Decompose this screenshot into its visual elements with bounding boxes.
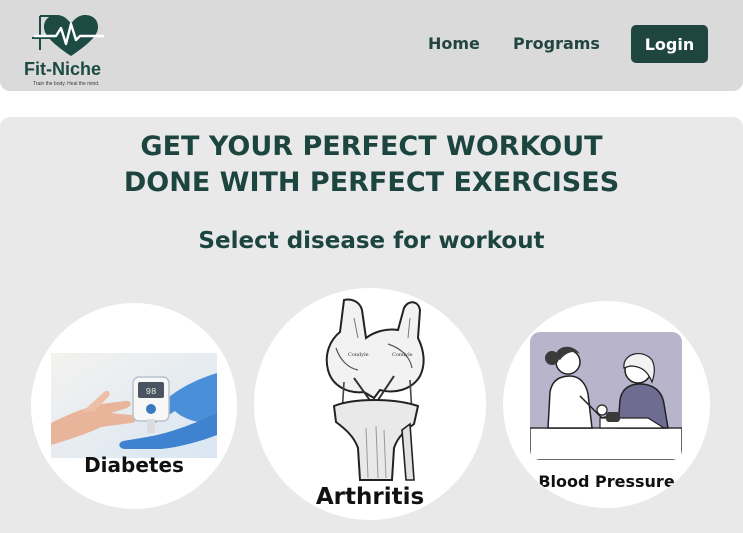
svg-text:98: 98 (146, 387, 157, 397)
disease-label-blood-pressure: Blood Pressure (538, 472, 675, 491)
site-header: Fit-Niche Train the body. Heal the mind.… (0, 0, 743, 91)
hero-section: GET YOUR PERFECT WORKOUT DONE WITH PERFE… (0, 117, 743, 533)
disease-card-blood-pressure[interactable]: Blood Pressure (503, 301, 710, 508)
page-title-line-2: DONE WITH PERFECT EXERCISES (123, 167, 620, 198)
heart-pulse-icon (32, 15, 104, 56)
disease-card-arthritis[interactable]: Condyle Condyle Arthritis (254, 288, 486, 520)
glucose-meter-photo: 98 (51, 353, 217, 458)
nav-home-link[interactable]: Home (428, 34, 480, 53)
svg-text:Condyle: Condyle (348, 352, 369, 358)
section-subtitle: Select disease for workout (198, 228, 545, 254)
page-title-line-1: GET YOUR PERFECT WORKOUT (140, 131, 603, 162)
blood-pressure-checkup-illustration (530, 332, 682, 460)
login-button[interactable]: Login (631, 25, 708, 63)
disease-label-diabetes: Diabetes (84, 453, 184, 477)
disease-card-diabetes[interactable]: 98 Diabetes (31, 303, 237, 509)
nav-programs-link[interactable]: Programs (513, 34, 600, 53)
brand-name: Fit-Niche (24, 59, 102, 79)
logo[interactable]: Fit-Niche Train the body. Heal the mind. (22, 12, 132, 90)
page-title: GET YOUR PERFECT WORKOUT DONE WITH PERFE… (0, 129, 743, 201)
brand-tagline: Train the body. Heal the mind. (33, 81, 100, 87)
svg-text:Condyle: Condyle (392, 352, 413, 358)
knee-joint-illustration: Condyle Condyle (325, 298, 425, 481)
disease-label-arthritis: Arthritis (315, 484, 425, 510)
